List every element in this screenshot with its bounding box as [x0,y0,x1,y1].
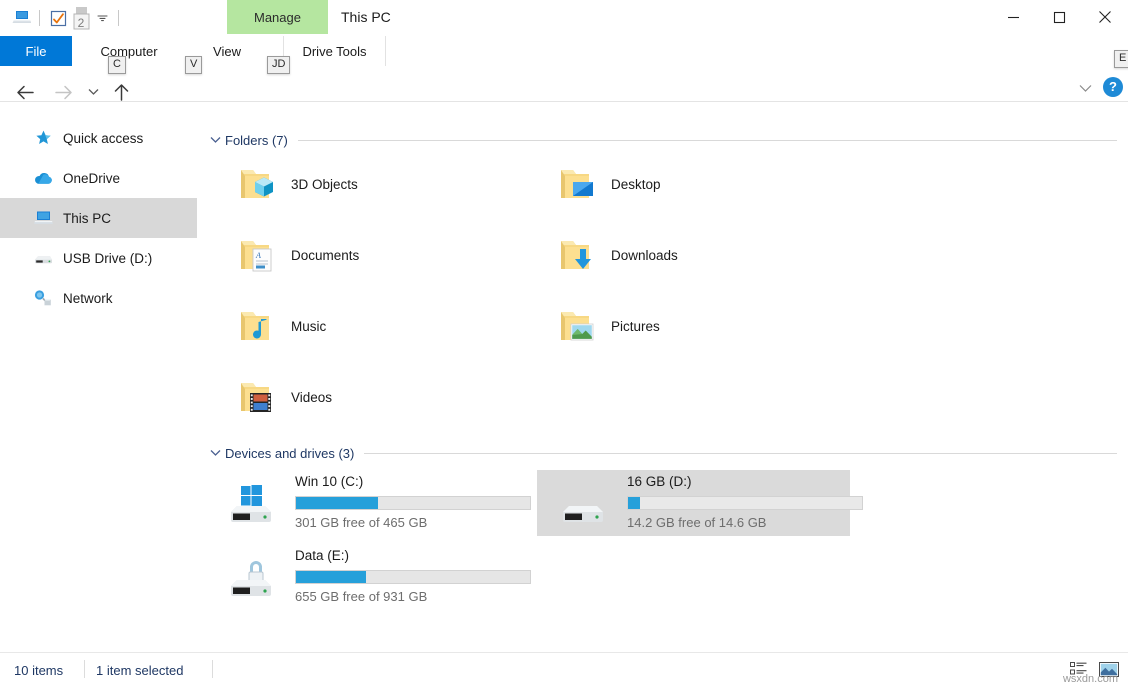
tab-computer[interactable]: Computer [89,36,169,66]
close-button[interactable] [1082,0,1128,34]
recent-locations-chevron-icon[interactable] [82,77,104,107]
qat-badge-count: 2 [69,16,93,30]
folder-3d-objects[interactable]: 3D Objects [197,156,477,212]
drive-data-e[interactable]: Data (E:) 655 GB free of 931 GB [205,544,518,610]
drive-free-space: 14.2 GB free of 14.6 GB [627,515,766,530]
navigation-bar: › This PC › Search This PC [0,70,1128,114]
status-divider-1 [84,660,85,678]
folder-label: Desktop [611,177,661,192]
bitlocker-drive-icon [223,558,279,602]
drive-free-space: 655 GB free of 931 GB [295,589,427,604]
this-pc-icon[interactable] [10,7,32,29]
group-divider [364,453,1117,454]
status-selection: 1 item selected [96,663,183,678]
drive-usage-fill [628,497,640,509]
folder-music[interactable]: Music [197,298,477,354]
drive-usage-bar [295,570,531,584]
sidebar-item-network[interactable]: Network [0,278,197,318]
window-controls [990,0,1128,34]
folder-label: Downloads [611,248,678,263]
star-icon [32,127,54,149]
sidebar-item-this-pc[interactable]: This PC [0,198,197,238]
drive-label: Data (E:) [295,548,349,563]
keytip-help: E [1114,50,1128,68]
drives-group-label: Devices and drives (3) [225,446,354,461]
drive-label: Win 10 (C:) [295,474,363,489]
minimize-button[interactable] [990,0,1036,34]
folder-desktop-icon [551,160,599,208]
chevron-down-icon[interactable] [93,7,111,29]
folder-3d-objects-icon [231,160,279,208]
folder-label: Videos [291,390,332,405]
drive-usage-fill [296,497,378,509]
title-bar: 2 Manage This PC [0,0,1128,36]
drive-16-gb-d[interactable]: 16 GB (D:) 14.2 GB free of 14.6 GB [537,470,850,536]
file-list-pane: Folders (7) 3D Objects [197,118,1128,652]
chevron-down-icon[interactable] [207,445,223,461]
tab-file[interactable]: File [0,36,72,66]
folder-downloads[interactable]: Downloads [517,227,797,283]
badge-icon[interactable]: 2 [69,7,93,29]
drive-usage-fill [296,571,366,583]
sidebar-item-label: Quick access [63,131,143,146]
folder-label: Music [291,319,326,334]
cloud-icon [32,167,54,189]
folder-pictures-icon [551,302,599,350]
sidebar-item-onedrive[interactable]: OneDrive [0,158,197,198]
drive-win-10-c[interactable]: Win 10 (C:) 301 GB free of 465 GB [205,470,518,536]
drive-free-space: 301 GB free of 465 GB [295,515,427,530]
usb-drive-icon [32,247,54,269]
group-divider [298,140,1117,141]
navigation-pane: Quick access OneDrive This PC [0,118,197,652]
tab-drive-tools[interactable]: Drive Tools [283,36,386,66]
ribbon-tab-strip: File Computer View Drive Tools ? [0,36,1128,66]
network-icon [32,287,54,309]
drives-group-header[interactable]: Devices and drives (3) [207,444,1117,462]
folders-group-label: Folders (7) [225,133,288,148]
folder-pictures[interactable]: Pictures [517,298,797,354]
sidebar-item-label: Network [63,291,113,306]
folder-desktop[interactable]: Desktop [517,156,797,212]
up-button[interactable] [106,77,136,107]
this-pc-icon [32,207,54,229]
svg-text:A: A [255,251,261,260]
quick-access-toolbar: 2 [10,6,126,30]
drive-usage-bar [627,496,863,510]
windows-drive-icon [223,484,279,528]
qat-separator-2 [118,10,119,26]
sidebar-item-quick-access[interactable]: Quick access [0,118,197,158]
back-button[interactable] [10,77,40,107]
status-bar: 10 items 1 item selected wsxdn.com [0,652,1128,686]
status-divider-2 [212,660,213,678]
sidebar-item-usb-drive[interactable]: USB Drive (D:) [0,238,197,278]
folder-videos[interactable]: Videos [197,369,477,425]
folder-videos-icon [231,373,279,421]
watermark-text: wsxdn.com [1063,673,1118,685]
drive-label: 16 GB (D:) [627,474,692,489]
folder-documents-icon: A [231,231,279,279]
folder-downloads-icon [551,231,599,279]
maximize-button[interactable] [1036,0,1082,34]
folder-music-icon [231,302,279,350]
properties-icon[interactable] [47,7,69,29]
sidebar-item-label: OneDrive [63,171,120,186]
status-item-count: 10 items [14,663,63,678]
sidebar-item-label: This PC [63,211,111,226]
chevron-down-icon[interactable] [207,132,223,148]
folder-documents[interactable]: A Documents [197,227,477,283]
sidebar-item-label: USB Drive (D:) [63,251,152,266]
qat-separator-1 [39,10,40,26]
drive-usage-bar [295,496,531,510]
folders-group-header[interactable]: Folders (7) [207,131,1117,149]
forward-button[interactable] [48,77,78,107]
tab-view[interactable]: View [208,36,246,66]
folder-label: 3D Objects [291,177,358,192]
window-title: This PC [341,9,391,25]
contextual-tab-header: Manage [227,0,328,34]
removable-drive-icon [555,484,611,528]
folder-label: Documents [291,248,359,263]
file-explorer-window: 2 Manage This PC File [0,0,1128,685]
folder-label: Pictures [611,319,660,334]
